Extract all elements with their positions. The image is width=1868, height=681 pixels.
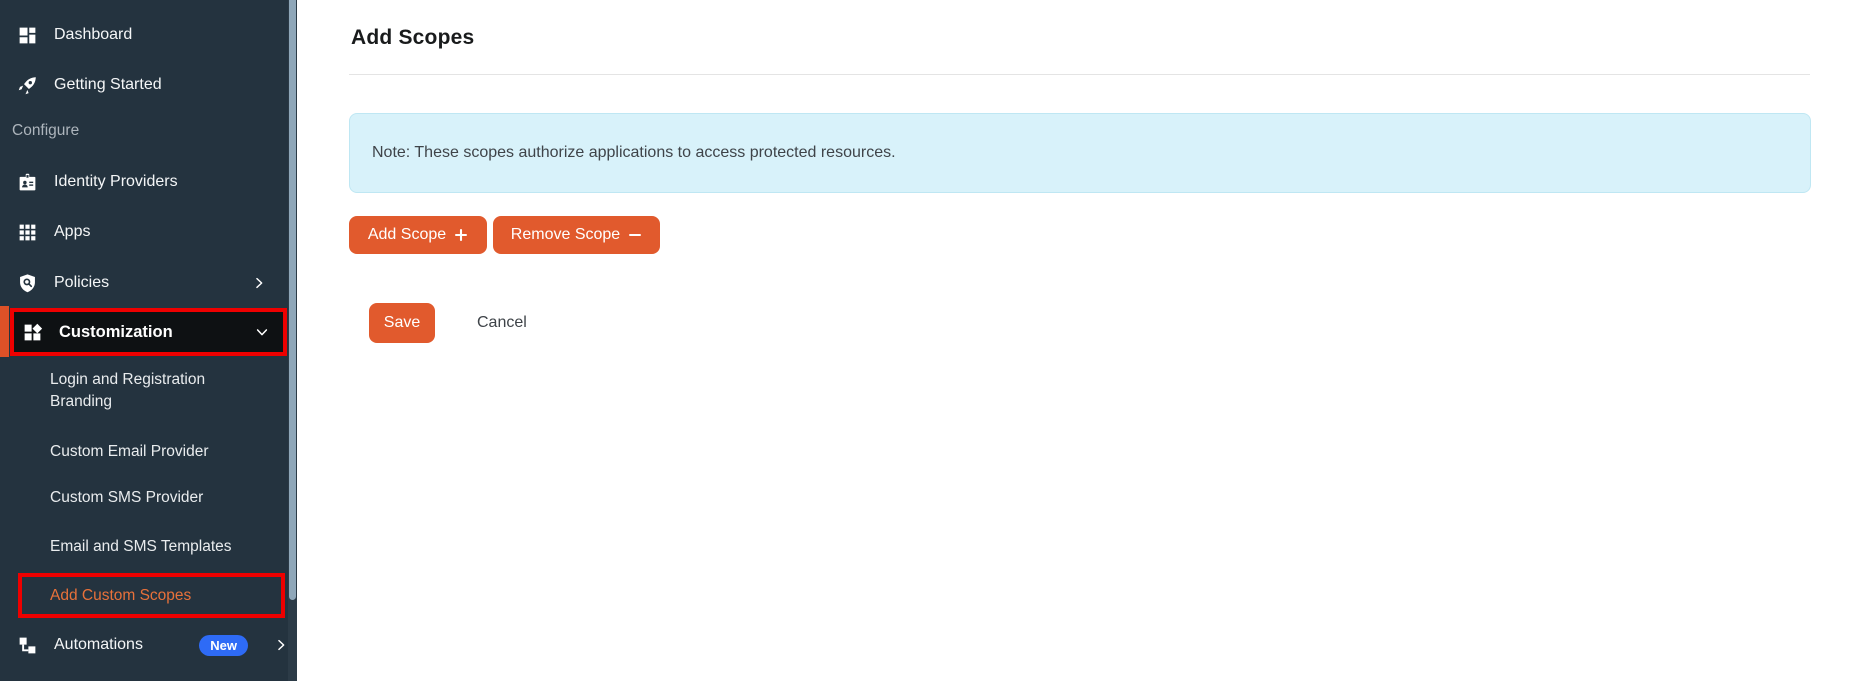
sidebar-item-label: Customization — [59, 322, 173, 341]
remove-scope-label: Remove Scope — [510, 226, 621, 243]
add-scope-label: Add Scope — [367, 226, 447, 243]
sidebar-item-label: Getting Started — [54, 76, 162, 93]
note-banner: Note: These scopes authorize application… — [349, 113, 1811, 193]
sidebar-subitem-custom-email-provider[interactable]: Custom Email Provider — [50, 441, 209, 463]
save-button[interactable]: Save — [369, 303, 435, 343]
title-divider — [349, 74, 1810, 75]
plus-icon — [455, 228, 468, 242]
sidebar-item-apps[interactable]: Apps — [0, 215, 288, 249]
sidebar-subitem-email-sms-templates[interactable]: Email and SMS Templates — [50, 536, 232, 558]
automations-icon — [17, 635, 38, 656]
sidebar: Dashboard Getting Started Configure Iden… — [0, 0, 297, 681]
dashboard-icon — [17, 25, 38, 46]
sidebar-item-label: Dashboard — [54, 26, 133, 43]
add-scope-button[interactable]: Add Scope — [349, 216, 487, 254]
rocket-icon — [17, 75, 38, 96]
note-text: Note: These scopes authorize application… — [372, 144, 896, 161]
sidebar-item-label: Identity Providers — [54, 173, 178, 190]
app-window: Dashboard Getting Started Configure Iden… — [0, 0, 1868, 681]
chevron-down-icon — [255, 325, 269, 339]
shield-search-icon — [17, 273, 38, 294]
sidebar-item-dashboard[interactable]: Dashboard — [0, 18, 288, 52]
sidebar-subitem-add-custom-scopes[interactable]: Add Custom Scopes — [18, 573, 285, 618]
save-label: Save — [383, 314, 421, 331]
apps-grid-icon — [17, 222, 38, 243]
new-badge: New — [199, 634, 248, 656]
sidebar-subitem-custom-sms-provider[interactable]: Custom SMS Provider — [50, 487, 203, 509]
sidebar-section-configure: Configure — [12, 122, 80, 139]
minus-icon — [629, 233, 642, 237]
sidebar-scrollbar-thumb[interactable] — [289, 0, 296, 600]
sidebar-item-label: Apps — [54, 223, 91, 240]
sidebar-item-label: Automations — [54, 636, 143, 653]
sidebar-item-customization[interactable]: Customization — [10, 308, 287, 356]
sidebar-subitem-login-branding[interactable]: Login and Registration Branding — [50, 369, 250, 413]
cancel-button[interactable]: Cancel — [477, 312, 527, 334]
sidebar-item-label: Policies — [54, 274, 110, 291]
sidebar-item-automations[interactable]: Automations New — [0, 628, 288, 662]
sidebar-item-identity-providers[interactable]: Identity Providers — [0, 165, 288, 199]
customization-icon — [22, 322, 43, 343]
sidebar-item-policies[interactable]: Policies — [0, 266, 288, 300]
page-title: Add Scopes — [351, 26, 475, 49]
sidebar-item-getting-started[interactable]: Getting Started — [0, 68, 288, 102]
active-indicator-bar — [0, 306, 9, 357]
remove-scope-button[interactable]: Remove Scope — [493, 216, 660, 254]
chevron-right-icon — [274, 638, 288, 652]
id-badge-icon — [17, 172, 38, 193]
chevron-right-icon — [252, 276, 266, 290]
sidebar-subitem-label: Add Custom Scopes — [50, 586, 192, 604]
